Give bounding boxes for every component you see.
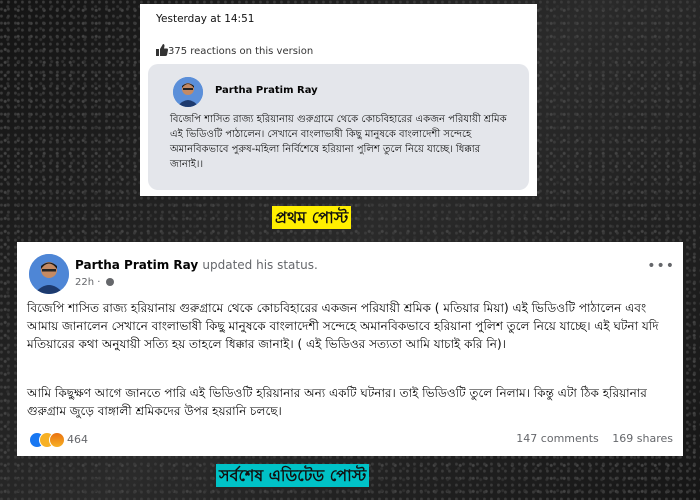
comments-count[interactable]: 147 comments — [516, 432, 598, 445]
globe-icon — [105, 278, 114, 286]
shares-count[interactable]: 169 shares — [612, 432, 673, 445]
thumbs-up-icon — [156, 44, 168, 56]
engagement-stats: 147 comments 169 shares — [506, 432, 673, 445]
angry-reaction-icon — [49, 432, 65, 448]
latest-post-label: সর্বশেষ এডিটেড পোস্ট — [216, 464, 370, 487]
post-action-text: updated his status. — [202, 258, 318, 272]
profile-photo-icon — [173, 77, 203, 107]
version-timestamp: Yesterday at 14:51 — [156, 13, 255, 25]
post-paragraph-2: আমি কিছুক্ষণ আগে জানতে পারি এই ভিডিওটি হ… — [27, 386, 647, 418]
version-reactions-text: 375 reactions on this version — [168, 46, 314, 57]
post-timestamp[interactable]: 22h · — [75, 277, 114, 288]
post-time[interactable]: 22h — [75, 277, 94, 288]
first-post-text: বিজেপি শাসিত রাজ্য হরিয়ানায় গুরুগ্রামে… — [170, 114, 507, 170]
post-header: Partha Pratim Ray updated his status. — [75, 258, 318, 272]
more-options-icon[interactable]: ••• — [647, 258, 675, 274]
latest-post-card: Partha Pratim Ray updated his status. 22… — [17, 242, 683, 456]
author-name[interactable]: Partha Pratim Ray — [75, 258, 198, 272]
first-post-label: প্রথম পোস্ট — [272, 206, 352, 229]
reaction-count: 464 — [67, 433, 88, 446]
avatar[interactable] — [29, 254, 69, 294]
author-name[interactable]: Partha Pratim Ray — [215, 85, 318, 96]
avatar[interactable] — [173, 77, 203, 107]
profile-photo-icon — [29, 254, 69, 294]
first-post-card: Yesterday at 14:51 375 reactions on this… — [140, 4, 537, 196]
post-paragraph-1: বিজেপি শাসিত রাজ্য হরিয়ানায় গুরুগ্রামে… — [27, 301, 659, 351]
quoted-post: Partha Pratim Ray বিজেপি শাসিত রাজ্য হরি… — [148, 64, 529, 190]
